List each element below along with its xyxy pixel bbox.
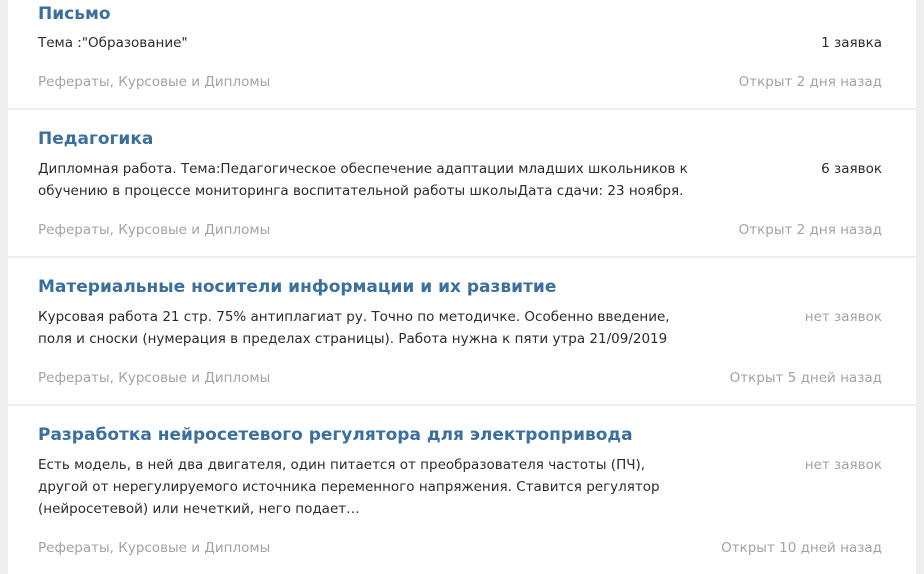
order-bids-count: 6 заявок [821,161,882,177]
order-card[interactable]: Материальные носители информации и их ра… [8,258,916,404]
order-category: Рефераты, Курсовые и Дипломы [38,222,271,238]
order-description: Курсовая работа 21 стр. 75% антиплагиат … [38,309,670,347]
orders-list: Письмо Тема :"Образование" 1 заявка Рефе… [8,0,916,574]
order-category: Рефераты, Курсовые и Дипломы [38,540,271,556]
order-title[interactable]: Письмо [38,4,111,24]
order-description: Дипломная работа. Тема:Педагогическое об… [38,161,688,199]
order-card[interactable]: Педагогика Дипломная работа. Тема:Педаго… [8,110,916,256]
order-title[interactable]: Материальные носители информации и их ра… [38,277,556,297]
order-opened-time: Открыт 10 дней назад [721,540,882,556]
order-card[interactable]: Разработка нейросетевого регулятора для … [8,406,916,574]
order-title[interactable]: Педагогика [38,129,153,149]
order-opened-time: Открыт 2 дня назад [738,222,882,238]
order-opened-time: Открыт 5 дней назад [729,370,882,386]
order-bids-count: нет заявок [804,457,882,473]
order-opened-time: Открыт 2 дня назад [738,74,882,90]
order-card[interactable]: Письмо Тема :"Образование" 1 заявка Рефе… [8,0,916,108]
order-category: Рефераты, Курсовые и Дипломы [38,74,271,90]
order-description: Есть модель, в ней два двигателя, один п… [38,457,660,517]
order-title[interactable]: Разработка нейросетевого регулятора для … [38,425,633,445]
order-bids-count: нет заявок [804,309,882,325]
order-bids-count: 1 заявка [821,35,882,51]
order-category: Рефераты, Курсовые и Дипломы [38,370,271,386]
order-description: Тема :"Образование" [38,35,188,51]
